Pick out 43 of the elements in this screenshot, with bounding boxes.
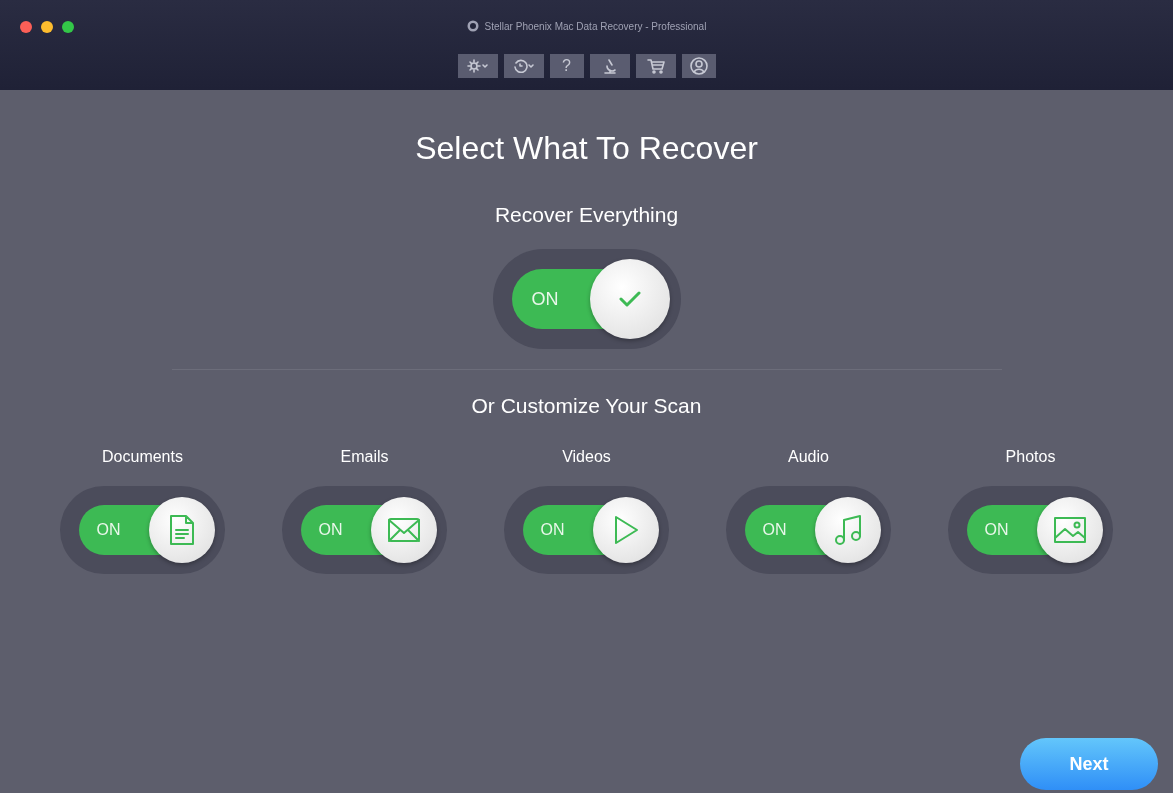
zoom-button[interactable] bbox=[62, 21, 74, 33]
category-label: Audio bbox=[788, 448, 829, 466]
recover-everything-label: Recover Everything bbox=[494, 203, 679, 227]
toggle-label: ON bbox=[984, 521, 1009, 539]
gear-icon bbox=[466, 59, 489, 73]
toggle-switch[interactable]: ON bbox=[504, 486, 669, 574]
close-button[interactable] bbox=[20, 21, 32, 33]
checkmark-icon bbox=[618, 291, 641, 307]
section-heading: Or Customize Your Scan bbox=[471, 394, 702, 418]
minimize-button[interactable] bbox=[41, 21, 53, 33]
category-label: Videos bbox=[562, 448, 611, 466]
cart-button[interactable] bbox=[635, 54, 676, 78]
account-button[interactable] bbox=[681, 54, 716, 78]
toggle-label: ON bbox=[96, 521, 121, 539]
document-icon bbox=[168, 514, 195, 546]
window-title: Stellar Phoenix Mac Data Recovery - Professional bbox=[484, 20, 707, 32]
page-heading: Select What To Recover bbox=[415, 130, 758, 167]
category-label: Emails bbox=[340, 448, 389, 466]
toggle-label: ON bbox=[540, 521, 565, 539]
toggle-label: ON bbox=[762, 521, 787, 539]
toggle-switch[interactable]: ON bbox=[492, 249, 681, 349]
next-button[interactable]: Next bbox=[1020, 738, 1158, 790]
play-icon bbox=[612, 515, 639, 545]
help-button[interactable]: ? bbox=[549, 54, 584, 78]
toggle-label: ON bbox=[531, 288, 559, 310]
user-icon bbox=[689, 57, 708, 75]
toggle-switch[interactable]: ON bbox=[948, 486, 1113, 574]
toggle-label: ON bbox=[318, 521, 343, 539]
envelope-icon bbox=[386, 517, 421, 543]
history-icon bbox=[512, 59, 535, 73]
category-label: Documents bbox=[102, 448, 183, 466]
settings-button[interactable] bbox=[457, 54, 498, 78]
toggle-switch[interactable]: ON bbox=[282, 486, 447, 574]
microscope-button[interactable] bbox=[589, 54, 630, 78]
microscope-icon bbox=[601, 58, 618, 74]
image-icon bbox=[1052, 516, 1087, 544]
cart-icon bbox=[646, 58, 665, 74]
toggle-switch[interactable]: ON bbox=[60, 486, 225, 574]
music-note-icon bbox=[833, 514, 862, 546]
app-logo-icon bbox=[466, 20, 479, 32]
category-label: Photos bbox=[1005, 448, 1056, 466]
history-button[interactable] bbox=[503, 54, 544, 78]
toggle-switch[interactable]: ON bbox=[726, 486, 891, 574]
